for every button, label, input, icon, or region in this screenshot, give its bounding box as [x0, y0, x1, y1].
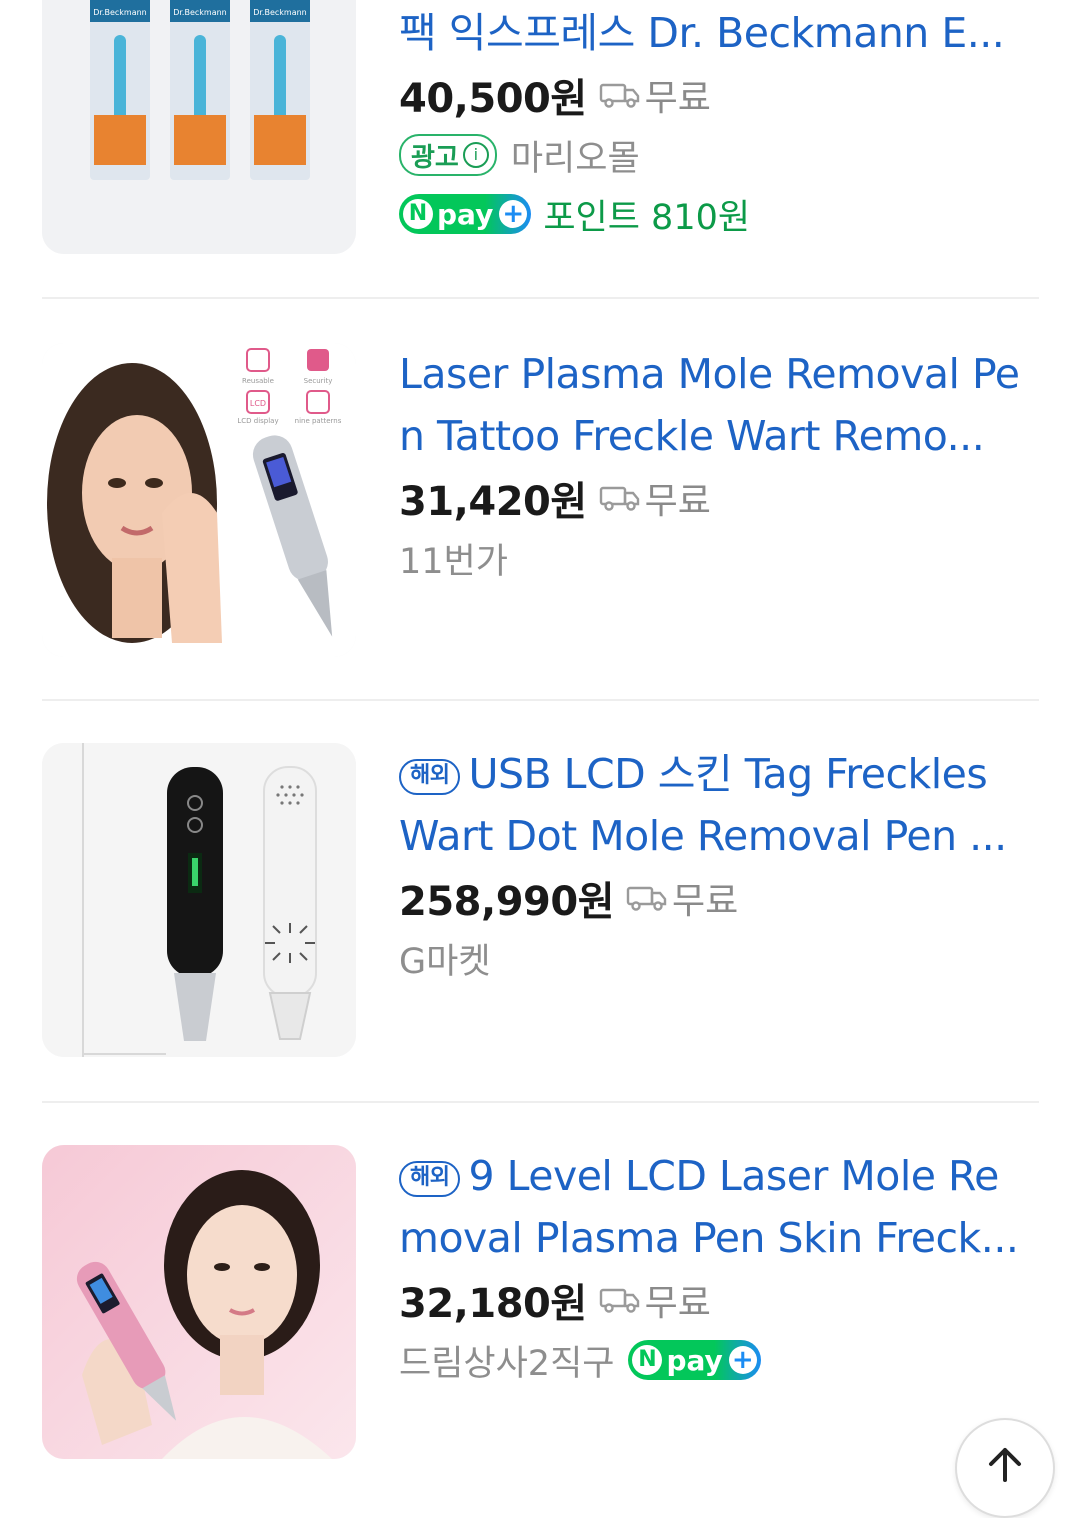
product-price: 258,990원 — [399, 879, 615, 925]
shipping-fee: 무료 — [644, 1283, 711, 1324]
lcd-icon-label: LCD — [250, 399, 266, 408]
product-thumbnail[interactable]: Reusable Security LCD LCD display nine p… — [42, 343, 356, 657]
box-label: Dr.Beckmann — [173, 8, 227, 17]
seller-name[interactable]: 11번가 — [399, 533, 508, 584]
product-image-usb-pen — [42, 743, 356, 1057]
seller-name[interactable]: G마켓 — [399, 933, 491, 984]
feature-label: Reusable — [242, 377, 274, 385]
seller-name[interactable]: 드림상사2직구 — [399, 1335, 614, 1386]
info-icon: i — [462, 142, 489, 168]
product-info: 해외 USB LCD 스킨 Tag Freckles Wart Dot Mole … — [399, 743, 1035, 987]
box-label: Dr.Beckmann — [253, 8, 307, 17]
product-info: 해외 9 Level LCD Laser Mole Removal Plasma … — [399, 1145, 1035, 1389]
shipping-fee: 무료 — [672, 881, 739, 922]
product-price: 32,180원 — [399, 1281, 587, 1327]
naver-n-icon: N — [403, 199, 433, 229]
points-row: N pay + 포인트 810원 — [399, 184, 1035, 244]
seller-row: G마켓 — [399, 929, 1035, 987]
feature-label: Security — [304, 377, 333, 385]
truck-icon — [599, 1288, 639, 1313]
product-price: 40,500원 — [399, 76, 587, 122]
product-title[interactable]: 해외 9 Level LCD Laser Mole Removal Plasma … — [399, 1145, 1035, 1269]
seller-name[interactable]: 마리오몰 — [511, 130, 640, 181]
seller-row: 드림상사2직구 N pay + — [399, 1331, 1035, 1389]
scroll-to-top-button[interactable] — [955, 1418, 1055, 1518]
npay-label: pay — [437, 197, 494, 231]
npay-badge: N pay + — [628, 1340, 761, 1380]
naver-n-icon: N — [632, 1345, 663, 1375]
arrow-up-icon — [989, 1448, 1021, 1482]
product-title[interactable]: 팩 익스프레스 Dr. Beckmann E... — [399, 2, 1035, 64]
divider — [42, 1101, 1039, 1103]
product-title-text: USB LCD 스킨 Tag Freckles Wart Dot Mole Re… — [399, 750, 1007, 860]
shipping-fee: 무료 — [644, 481, 711, 522]
price-row: 258,990원 무료 — [399, 867, 1035, 929]
divider — [42, 699, 1039, 701]
price-row: 31,420원 무료 — [399, 467, 1035, 529]
npay-badge: N pay + — [399, 194, 532, 234]
box-label: Dr.Beckmann — [93, 8, 147, 17]
ad-badge[interactable]: 광고 i — [399, 134, 497, 176]
product-price: 31,420원 — [399, 479, 587, 525]
overseas-badge: 해외 — [399, 1161, 461, 1197]
divider — [42, 297, 1039, 299]
product-image-beckmann: Dr.Beckmann Dr.Beckmann Dr.Beckmann — [42, 0, 356, 254]
product-image-pink-pen — [42, 1145, 356, 1459]
product-title[interactable]: 해외 USB LCD 스킨 Tag Freckles Wart Dot Mole … — [399, 743, 1035, 867]
product-image-laser-pen: Reusable Security LCD LCD display nine p… — [42, 343, 356, 657]
product-info: Laser Plasma Mole Removal Pen Tattoo Fre… — [399, 343, 1035, 587]
truck-icon — [599, 83, 639, 108]
seller-row: 11번가 — [399, 529, 1035, 587]
truck-icon — [599, 486, 639, 511]
product-thumbnail[interactable] — [42, 1145, 356, 1459]
product-thumbnail[interactable] — [42, 743, 356, 1057]
feature-label: LCD display — [237, 417, 278, 425]
shipping-fee: 무료 — [644, 78, 711, 119]
overseas-badge: 해외 — [399, 759, 461, 795]
price-row: 32,180원 무료 — [399, 1269, 1035, 1331]
seller-row: 광고 i 마리오몰 — [399, 126, 1035, 184]
plus-icon: + — [499, 200, 528, 228]
product-thumbnail[interactable]: Dr.Beckmann Dr.Beckmann Dr.Beckmann — [42, 0, 356, 254]
product-info: 팩 익스프레스 Dr. Beckmann E... 40,500원 무료 광고 … — [399, 2, 1035, 244]
product-title[interactable]: Laser Plasma Mole Removal Pen Tattoo Fre… — [399, 343, 1035, 467]
product-title-text: 9 Level LCD Laser Mole Removal Plasma Pe… — [399, 1152, 1019, 1262]
ad-label: 광고 — [411, 142, 459, 173]
feature-label: nine patterns — [295, 417, 342, 425]
npay-label: pay — [666, 1343, 723, 1377]
truck-icon — [626, 886, 667, 911]
points-text: 포인트 810원 — [543, 197, 751, 238]
plus-icon: + — [728, 1346, 757, 1374]
price-row: 40,500원 무료 — [399, 64, 1035, 126]
